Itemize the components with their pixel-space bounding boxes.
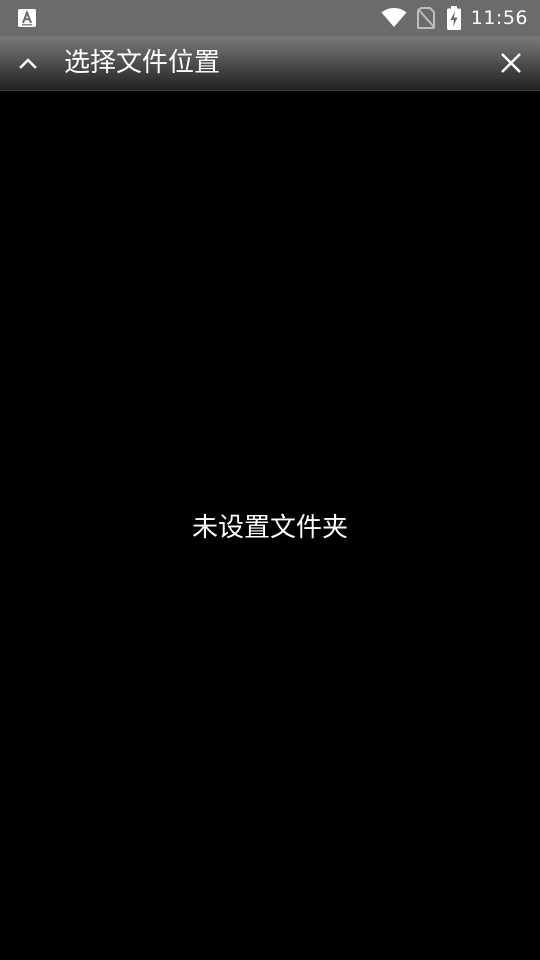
no-sim-icon	[416, 7, 435, 29]
screen: 11:56 选择文件位置 未设置文件夹	[0, 0, 540, 960]
empty-state-message: 未设置文件夹	[191, 513, 348, 543]
folder-content-area: 未设置文件夹	[0, 91, 540, 960]
close-button[interactable]	[490, 42, 532, 84]
wifi-icon	[381, 8, 407, 27]
status-time: 11:56	[470, 7, 528, 29]
status-icons: 11:56	[381, 0, 528, 36]
page-title: 选择文件位置	[64, 48, 221, 78]
status-bar: 11:56	[0, 0, 540, 36]
collapse-button[interactable]	[8, 42, 48, 84]
battery-charging-icon	[446, 6, 461, 30]
app-bar: 选择文件位置	[0, 36, 540, 91]
app-notification-icon	[18, 9, 36, 27]
close-icon	[501, 53, 521, 73]
chevron-up-icon	[19, 58, 37, 69]
